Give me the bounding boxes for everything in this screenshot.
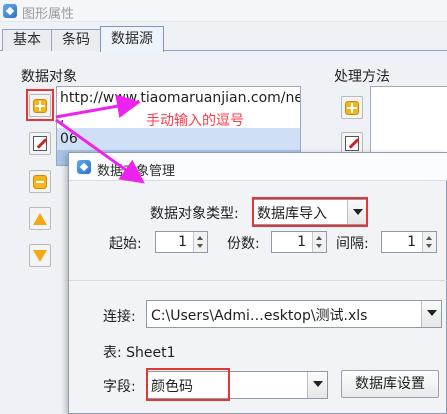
annotation-arrows [55,94,145,184]
arrow-to-dialog [55,118,145,184]
arrow-to-comma [55,94,141,119]
